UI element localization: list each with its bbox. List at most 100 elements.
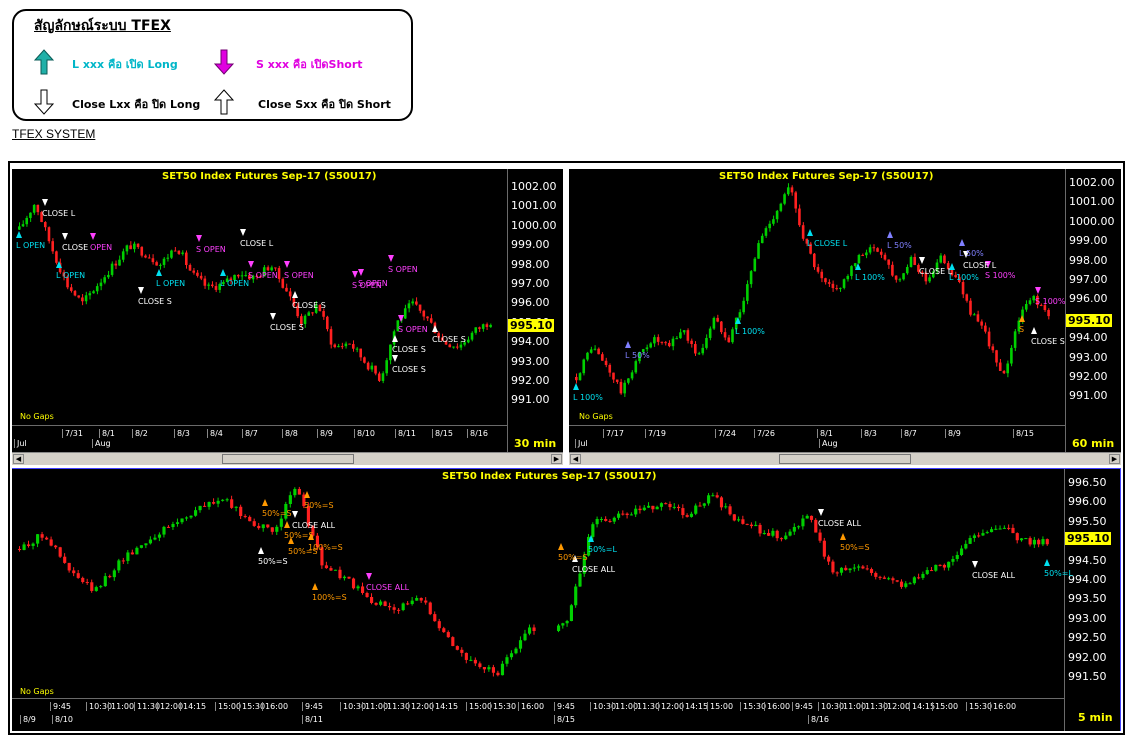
candle-body [775, 530, 779, 539]
arrow-up-icon [284, 521, 290, 528]
scroll-thumb[interactable] [779, 454, 911, 464]
candle-body [788, 531, 792, 536]
x-tick-label: 12:00 [658, 702, 684, 711]
arrow-down-icon [240, 229, 246, 236]
chart-window: SET50 Index Futures Sep-17 (S50U17) No G… [8, 161, 1125, 735]
y-tick-label: 994.00 [1068, 573, 1107, 586]
candle-body [1002, 527, 1006, 529]
signal-label: S OPEN [388, 265, 418, 274]
candle-body [972, 314, 976, 316]
candle-body [947, 561, 951, 568]
candle-body [103, 576, 107, 587]
candle-body [192, 270, 196, 273]
candle-body [723, 332, 727, 338]
chart-5min[interactable]: SET50 Index Futures Sep-17 (S50U17) No G… [12, 468, 1121, 731]
y-tick-label: 994.00 [511, 335, 550, 349]
candle-body [329, 568, 333, 571]
x-tick-label: 8/7 [901, 429, 917, 438]
x-tick-label: 15:00 [215, 702, 241, 711]
x-period-label: 8/11 [302, 715, 323, 724]
candle-body [489, 324, 492, 327]
candle-body [136, 243, 140, 248]
candle-body [929, 570, 934, 572]
candle-body [388, 606, 392, 608]
candle-body [955, 555, 959, 559]
candle-body [340, 346, 344, 348]
x-tick-label: 15:00 [932, 702, 958, 711]
candle-body [351, 578, 356, 589]
candle-body [792, 526, 796, 532]
candle-body [994, 528, 998, 530]
candle-body [874, 572, 878, 577]
chart-60min-plot[interactable] [569, 169, 1065, 425]
signal-label: CLOSE ALL [366, 583, 410, 592]
chart-30min-plot[interactable] [12, 169, 507, 425]
candle-body [621, 513, 625, 515]
candle-body [977, 535, 981, 537]
signal-label: CLOSE ALL [818, 519, 862, 528]
candle-body [842, 279, 846, 288]
candle-body [995, 350, 998, 363]
candle-body [459, 344, 463, 348]
chart-5min-plot[interactable] [12, 469, 1064, 698]
candle-body [63, 556, 67, 563]
candle-body [505, 657, 509, 664]
scroll-right-button[interactable]: ▶ [551, 454, 562, 464]
candle-body [509, 653, 514, 658]
scrollbar-30min[interactable]: ◀ ▶ [12, 452, 563, 465]
candle-body [347, 576, 351, 579]
y-tick-label: 1001.00 [511, 199, 557, 213]
candle-body [49, 539, 53, 546]
signal-label: S OPEN [352, 281, 382, 290]
candle-body [203, 278, 207, 286]
candle-body [762, 532, 766, 534]
candle-body [18, 226, 21, 230]
x-tick-label: 15:00 [466, 702, 492, 711]
x-tick-label: 16:00 [764, 702, 790, 711]
arrow-up-icon [156, 269, 162, 276]
candle-body [1028, 538, 1032, 545]
candle-body [207, 502, 211, 507]
candle-body [645, 347, 649, 350]
candle-body [861, 255, 864, 257]
arrow-up-icon [1044, 559, 1050, 566]
candle-body [857, 566, 861, 568]
candle-body [731, 329, 734, 343]
arrow-down-icon [392, 355, 398, 362]
candle-body [831, 561, 835, 573]
x-tick-label: 8/8 [282, 429, 298, 438]
candle-body [139, 545, 143, 548]
signal-label: S 100% [985, 271, 1016, 280]
y-tick-label: 999.00 [511, 238, 550, 252]
x-tick-label: 8/3 [861, 429, 877, 438]
candle-body [801, 518, 805, 527]
candle-body [981, 533, 985, 536]
candle-body [998, 528, 1002, 530]
candle-body [159, 264, 162, 266]
candle-body [281, 278, 285, 288]
last-price-label: 995.10 [1065, 532, 1112, 545]
scroll-thumb[interactable] [222, 454, 354, 464]
candle-body [1006, 363, 1009, 374]
scroll-left-button[interactable]: ◀ [570, 454, 581, 464]
chart-30min[interactable]: SET50 Index Futures Sep-17 (S50U17) No G… [12, 169, 563, 456]
y-tick-label: 996.00 [1069, 292, 1108, 306]
candle-body [130, 552, 134, 555]
y-tick-label: 998.00 [1069, 253, 1108, 267]
x-tick-label: 8/4 [207, 429, 223, 438]
candle-body [615, 379, 619, 382]
chart-60min[interactable]: SET50 Index Futures Sep-17 (S50U17) No G… [569, 169, 1121, 456]
candle-body [1015, 533, 1019, 541]
candle-body [36, 534, 40, 544]
arrow-down-icon [358, 269, 364, 276]
scrollbar-60min[interactable]: ◀ ▶ [569, 452, 1121, 465]
scroll-right-button[interactable]: ▶ [1109, 454, 1120, 464]
candle-body [189, 515, 193, 518]
x-tick-label: 8/3 [174, 429, 190, 438]
candle-body [84, 295, 88, 302]
signal-label: L OPEN [56, 271, 86, 280]
candle-body [261, 524, 265, 529]
x-tick-label: 7/24 [715, 429, 736, 438]
arrow-down-icon [62, 233, 68, 240]
scroll-left-button[interactable]: ◀ [13, 454, 24, 464]
